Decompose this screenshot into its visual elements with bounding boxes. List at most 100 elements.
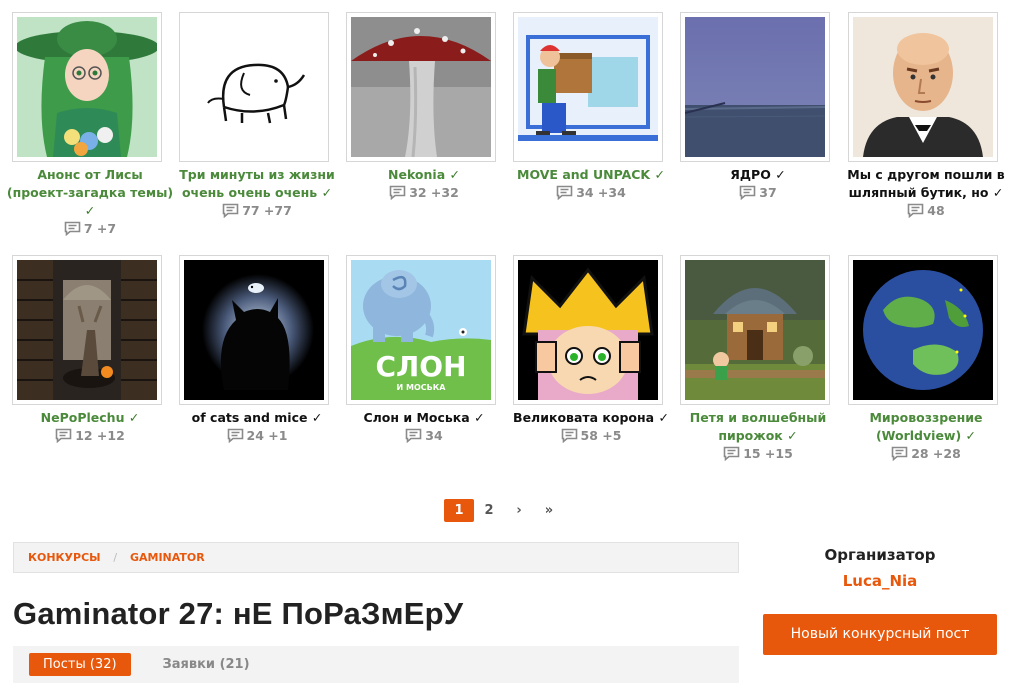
mushroom-house-image — [685, 260, 825, 400]
speech-bubble-icon — [739, 185, 756, 200]
thumb-slon-text: СЛОН — [375, 350, 466, 383]
game-title-link[interactable]: Слон и Моська ✓ 34 — [340, 409, 508, 445]
game-title-link[interactable]: ЯДРО ✓ 37 — [674, 166, 842, 202]
mover-image — [518, 17, 658, 157]
tab-posts[interactable]: Посты (32) — [29, 653, 131, 676]
game-title-text: of cats and mice — [191, 410, 308, 425]
game-card[interactable]: NePoPlechu ✓ 12 +12 — [6, 253, 162, 483]
checkmark-icon: ✓ — [84, 203, 96, 218]
new-contest-post-button[interactable]: Новый конкурсный пост — [763, 614, 997, 655]
planet-image — [853, 260, 993, 400]
game-card[interactable]: СЛОН И МОСЬКА Слон и Моська ✓ 34 — [340, 253, 496, 483]
checkmark-icon: ✓ — [128, 410, 140, 425]
speech-bubble-icon — [64, 221, 81, 236]
speech-bubble-icon — [55, 428, 72, 443]
game-thumbnail[interactable] — [346, 12, 496, 162]
speech-bubble-icon — [561, 428, 577, 443]
game-card[interactable]: Великовата корона ✓ 58 +5 — [507, 253, 669, 483]
game-title-link[interactable]: Анонс от Лисы (проект-загадка темы) ✓ 7 +… — [6, 166, 174, 238]
game-card[interactable]: Три минуты из жизни очень очень очень ✓ 7… — [173, 10, 335, 240]
game-thumbnail[interactable] — [12, 12, 162, 162]
checkmark-icon: ✓ — [775, 167, 786, 182]
next-page-button[interactable]: › — [504, 499, 534, 522]
game-title-text: Анонс от Лисы (проект-загадка темы) — [6, 167, 174, 200]
breadcrumb-gaminator[interactable]: Gaminator — [130, 551, 205, 564]
game-title-text: Мы с другом пошли в шляпный бутик, но — [847, 167, 1005, 200]
game-title-link[interactable]: MOVE and UNPACK ✓ 34 +34 — [507, 166, 675, 202]
comment-count[interactable]: 28 +28 — [842, 445, 1010, 463]
elephant-sketch-image — [184, 17, 324, 157]
game-card[interactable]: Анонс от Лисы (проект-загадка темы) ✓ 7 +… — [6, 10, 173, 240]
game-thumbnail[interactable] — [12, 255, 162, 405]
speech-bubble-icon — [556, 185, 573, 200]
tab-bar: Посты (32) Заявки (21) — [13, 646, 739, 683]
anime-girl-image — [17, 17, 157, 157]
comment-count[interactable]: 48 — [842, 202, 1010, 220]
comment-count[interactable]: 34 — [340, 427, 508, 445]
comment-count[interactable]: 34 +34 — [507, 184, 675, 202]
game-title-link[interactable]: Петя и волшебный пирожок ✓ 15 +15 — [674, 409, 842, 463]
game-thumbnail[interactable] — [513, 12, 663, 162]
comment-count[interactable]: 32 +32 — [340, 184, 508, 202]
comment-count[interactable]: 7 +7 — [6, 220, 174, 238]
game-title-link[interactable]: Три минуты из жизни очень очень очень ✓ 7… — [173, 166, 341, 220]
tab-applications[interactable]: Заявки (21) — [163, 653, 250, 676]
comment-count[interactable]: 37 — [674, 184, 842, 202]
page-1-button[interactable]: 1 — [444, 498, 474, 522]
game-card[interactable]: of cats and mice ✓ 24 +1 — [173, 253, 329, 483]
checkmark-icon: ✓ — [654, 167, 665, 182]
comment-count-text: 34 — [425, 428, 443, 443]
comment-count[interactable]: 58 +5 — [507, 427, 675, 445]
game-title-link[interactable]: Мы с другом пошли в шляпный бутик, но ✓ 4… — [842, 166, 1010, 220]
game-thumbnail[interactable] — [848, 255, 998, 405]
game-card[interactable]: Мировоззрение (Worldview) ✓ 28 +28 — [842, 253, 998, 483]
organizer-label: Организатор — [824, 546, 936, 564]
cat-silhouette-image — [184, 260, 324, 400]
game-thumbnail[interactable] — [179, 12, 329, 162]
game-thumbnail[interactable]: СЛОН И МОСЬКА — [346, 255, 496, 405]
comment-count-text: 28 +28 — [911, 446, 961, 461]
mushroom-image — [351, 17, 491, 157]
checkmark-icon: ✓ — [658, 410, 669, 425]
comment-count-text: 34 +34 — [576, 185, 626, 200]
organizer-name-link[interactable]: Luca_Nia — [762, 572, 998, 590]
thumb-moska-text: И МОСЬКА — [397, 383, 447, 392]
checkmark-icon: ✓ — [311, 410, 323, 425]
last-page-button[interactable]: » — [534, 499, 564, 522]
comment-count[interactable]: 15 +15 — [674, 445, 842, 463]
comment-count-text: 48 — [927, 203, 945, 218]
game-title-link[interactable]: Nekonia ✓ 32 +32 — [340, 166, 508, 202]
game-title-text: Три минуты из жизни очень очень очень — [179, 167, 335, 200]
game-thumbnail[interactable] — [848, 12, 998, 162]
comment-count[interactable]: 24 +1 — [173, 427, 341, 445]
checkmark-icon: ✓ — [449, 167, 460, 182]
game-title-text: Петя и волшебный пирожок — [689, 410, 827, 443]
checkmark-icon: ✓ — [787, 428, 798, 443]
game-thumbnail[interactable] — [680, 255, 830, 405]
game-thumbnail[interactable] — [680, 12, 830, 162]
speech-bubble-icon — [891, 446, 908, 461]
game-card[interactable]: Петя и волшебный пирожок ✓ 15 +15 — [674, 253, 830, 483]
game-title-link[interactable]: Мировоззрение (Worldview) ✓ 28 +28 — [842, 409, 1010, 463]
checkmark-icon: ✓ — [965, 428, 977, 443]
breadcrumb-separator: / — [113, 551, 118, 564]
game-title-link[interactable]: NePoPlechu ✓ 12 +12 — [6, 409, 174, 445]
breadcrumb-contests[interactable]: Конкурсы — [28, 551, 101, 564]
game-title-text: NePoPlechu — [40, 410, 125, 425]
game-title-text: ЯДРО — [730, 167, 771, 182]
game-card[interactable]: Nekonia ✓ 32 +32 — [340, 10, 496, 240]
comment-count[interactable]: 77 +77 — [173, 202, 341, 220]
game-thumbnail[interactable] — [179, 255, 329, 405]
game-title-link[interactable]: of cats and mice ✓ 24 +1 — [173, 409, 341, 445]
game-card[interactable]: Мы с другом пошли в шляпный бутик, но ✓ 4… — [842, 10, 1005, 240]
checkmark-icon: ✓ — [474, 410, 485, 425]
comment-count-text: 58 +5 — [580, 428, 622, 443]
game-thumbnail[interactable] — [513, 255, 663, 405]
game-card[interactable]: ЯДРО ✓ 37 — [674, 10, 830, 240]
page-2-button[interactable]: 2 — [474, 499, 504, 522]
game-title-text: Nekonia — [388, 167, 446, 182]
game-title-link[interactable]: Великовата корона ✓ 58 +5 — [507, 409, 675, 445]
game-card[interactable]: MOVE and UNPACK ✓ 34 +34 — [507, 10, 665, 240]
comment-count[interactable]: 12 +12 — [6, 427, 174, 445]
comment-count-text: 12 +12 — [75, 428, 125, 443]
